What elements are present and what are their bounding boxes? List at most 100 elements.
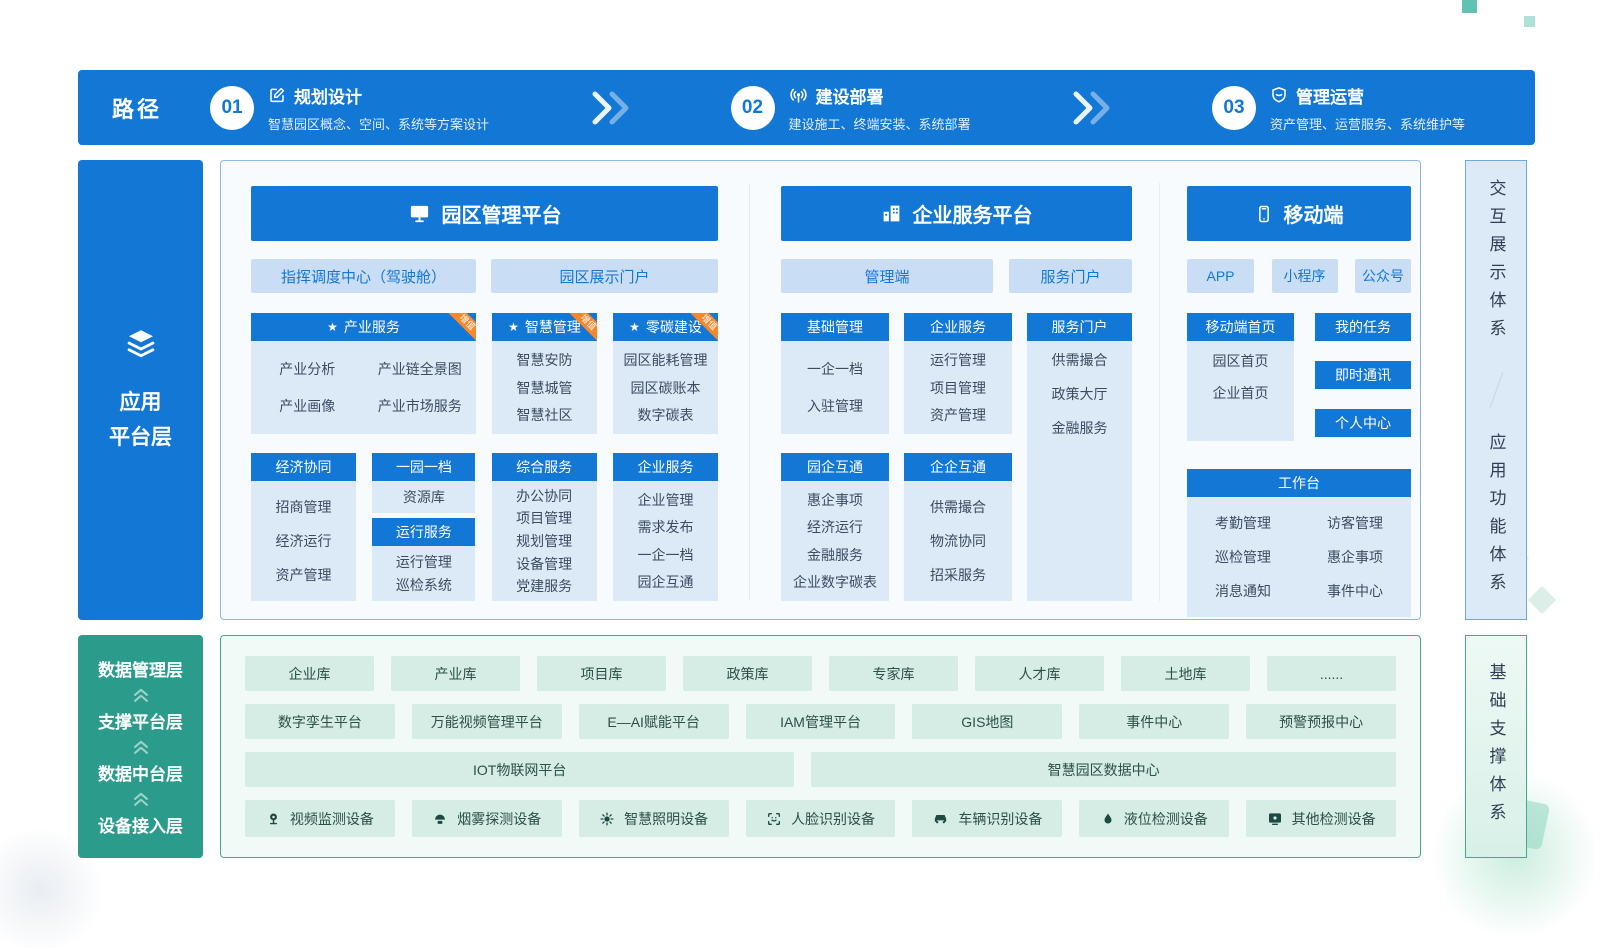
enterprise-service-platform-section: 企业服务平台 管理端 服务门户 基础管理 一企一档入驻管理 园企互通 惠企事项经… <box>781 186 1132 601</box>
mobile-quick-button: 个人中心 <box>1315 409 1411 437</box>
app-label-line: 应用 <box>109 386 172 421</box>
mobile-title: 移动端 <box>1284 199 1344 228</box>
feature-item: 办公协同 <box>516 486 572 506</box>
smoke-detector-icon <box>432 811 448 827</box>
feature-item: 运行管理 <box>930 350 986 370</box>
park-management-platform-section: 园区管理平台 指挥调度中心（驾驶舱） 园区展示门户 ★产业服务增值 产业分析产业… <box>251 186 718 601</box>
group-body: 供需撮合政策大厅金融服务 <box>1027 341 1132 601</box>
support-platform-box: E—AI赋能平台 <box>579 704 729 739</box>
group-title: 企业服务 <box>637 457 693 477</box>
database-row: 企业库产业库项目库政策库专家库人才库土地库...... <box>245 656 1396 691</box>
app-label-line: 平台层 <box>109 421 172 456</box>
group-header: 企企互通 <box>904 453 1012 481</box>
portal-service-portal: 服务门户 <box>1009 259 1132 293</box>
layer-label: 数据管理层 <box>98 656 183 681</box>
step-desc: 资产管理、运营服务、系统维护等 <box>1270 114 1465 133</box>
group-body: 运行管理巡检系统 <box>372 546 475 601</box>
function-group: ★产业服务增值 产业分析产业链全景图产业画像产业市场服务 <box>251 313 476 434</box>
feature-item: 智慧城管 <box>517 378 573 398</box>
basic-support-system-sidebar: 基础支撑体系 <box>1465 635 1527 858</box>
section-divider <box>749 183 750 601</box>
edit-icon <box>268 86 286 104</box>
park-platform-title: 园区管理平台 <box>442 199 562 228</box>
group-header: ★产业服务增值 <box>251 313 476 341</box>
feature-item: 惠企事项 <box>807 490 863 510</box>
portal-park-display: 园区展示门户 <box>491 259 718 293</box>
feature-item: 项目管理 <box>516 508 572 528</box>
step-title: 规划设计 <box>294 83 362 108</box>
mobile-quick-buttons: 我的任务即时通讯个人中心 <box>1315 313 1411 457</box>
slash-divider <box>1489 372 1503 408</box>
support-platform-box: 预警预报中心 <box>1246 704 1396 739</box>
double-chevron-up-icon <box>130 738 152 755</box>
function-group: 综合服务 办公协同项目管理规划管理设备管理党建服务 <box>492 453 597 601</box>
mobile-quick-button: 即时通讯 <box>1315 361 1411 389</box>
group-title: 综合服务 <box>516 457 572 477</box>
group-header: 服务门户 <box>1027 313 1132 341</box>
feature-item: 智慧安防 <box>517 350 573 370</box>
face-recognition-icon <box>766 811 782 827</box>
feature-item: 招采服务 <box>930 565 986 585</box>
device-label: 人脸识别设备 <box>791 809 875 829</box>
support-platform-row: 数字孪生平台万能视频管理平台E—AI赋能平台IAM管理平台GIS地图事件中心预警… <box>245 704 1396 739</box>
database-box: 土地库 <box>1121 656 1250 691</box>
smart-park-architecture-diagram: 路径 01 规划设计 智慧园区概念、空间、系统等方案设计 02 建设部署 建设施… <box>0 0 1610 948</box>
database-box: 政策库 <box>683 656 812 691</box>
group-header: 移动端首页 <box>1187 313 1294 341</box>
feature-item: 巡检系统 <box>396 575 452 595</box>
path-steps: 01 规划设计 智慧园区概念、空间、系统等方案设计 02 建设部署 建设施工、终… <box>210 83 1465 133</box>
feature-item: 经济运行 <box>807 517 863 537</box>
group-body: 惠企事项经济运行金融服务企业数字碳表 <box>781 481 889 601</box>
star-icon: ★ <box>629 321 640 333</box>
interaction-display-system-sidebar: 交互展示体系 应用功能体系 <box>1465 160 1527 620</box>
feature-item: 物流协同 <box>930 531 986 551</box>
group-title: 经济协同 <box>276 457 332 477</box>
feature-item: 产业市场服务 <box>378 396 462 416</box>
feature-item: 企业首页 <box>1213 383 1269 403</box>
feature-item: 消息通知 <box>1215 581 1271 601</box>
group-header: 运行服务 <box>372 518 475 546</box>
group-body: 招商管理经济运行资产管理 <box>251 481 356 601</box>
group-body: 运行管理项目管理资产管理 <box>904 341 1012 434</box>
device-box: 智慧照明设备 <box>579 800 729 837</box>
interaction-display-system-label: 交互展示体系 <box>1488 179 1505 347</box>
group-header: 经济协同 <box>251 453 356 481</box>
path-step-02: 02 建设部署 建设施工、终端安装、系统部署 <box>731 83 971 133</box>
function-group: 工作台 考勤管理访客管理巡检管理惠企事项消息通知事件中心 <box>1187 469 1411 617</box>
feature-item: 运行管理 <box>396 552 452 572</box>
group-header: 综合服务 <box>492 453 597 481</box>
group-header: 企业服务 <box>613 453 718 481</box>
function-group: 一园一档 资源库 <box>372 453 475 513</box>
group-body: 一企一档入驻管理 <box>781 341 889 434</box>
portal-command-center: 指挥调度中心（驾驶舱） <box>251 259 476 293</box>
device-box: 液位检测设备 <box>1079 800 1229 837</box>
support-platform-box: 事件中心 <box>1079 704 1229 739</box>
decoration-square <box>1462 0 1477 13</box>
path-step-03: 03 管理运营 资产管理、运营服务、系统维护等 <box>1212 83 1465 133</box>
shield-icon <box>1270 86 1288 104</box>
car-icon <box>932 810 949 827</box>
database-box: ...... <box>1267 656 1396 691</box>
feature-item: 政策大厅 <box>1052 384 1108 404</box>
application-function-system-label: 应用功能体系 <box>1488 433 1505 601</box>
building-icon <box>881 203 902 224</box>
support-platform-box: GIS地图 <box>912 704 1062 739</box>
support-platform-box: 万能视频管理平台 <box>412 704 562 739</box>
phone-icon <box>1255 205 1273 223</box>
function-group: 园企互通 惠企事项经济运行金融服务企业数字碳表 <box>781 453 889 601</box>
feature-item: 企业管理 <box>637 490 693 510</box>
feature-item: 园区碳账本 <box>631 378 701 398</box>
group-header: 基础管理 <box>781 313 889 341</box>
feature-item: 资源库 <box>403 487 445 507</box>
double-arrow-icon <box>587 89 633 127</box>
device-label: 视频监测设备 <box>290 809 374 829</box>
portal-admin-side: 管理端 <box>781 259 993 293</box>
feature-item: 园区能耗管理 <box>624 350 708 370</box>
camera-icon <box>266 811 281 826</box>
device-label: 其他检测设备 <box>1292 809 1376 829</box>
enterprise-platform-header: 企业服务平台 <box>781 186 1132 241</box>
monitor-icon <box>408 202 431 225</box>
decoration-square <box>1524 16 1535 27</box>
group-title: 企业服务 <box>930 317 986 337</box>
group-title: 工作台 <box>1278 473 1320 493</box>
